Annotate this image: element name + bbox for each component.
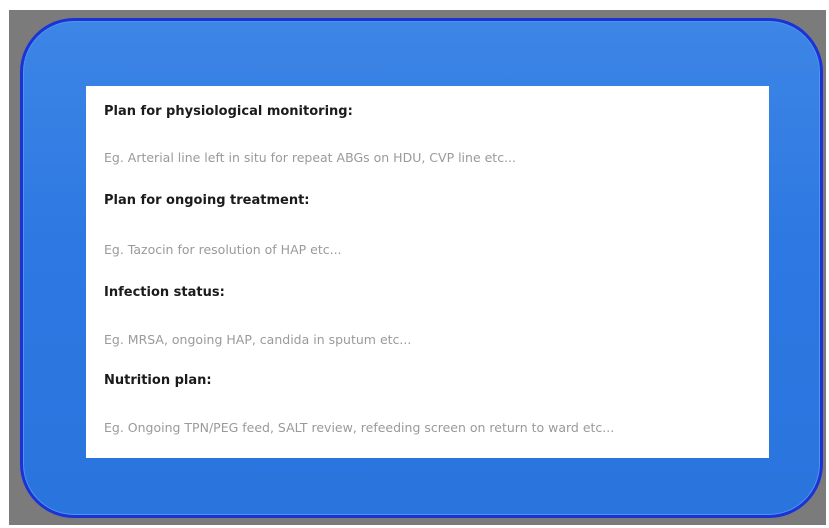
heading-physiological-monitoring: Plan for physiological monitoring: [104, 104, 353, 119]
heading-infection-status: Infection status: [104, 285, 225, 300]
heading-ongoing-treatment: Plan for ongoing treatment: [104, 193, 310, 208]
heading-nutrition-plan: Nutrition plan: [104, 373, 212, 388]
field-physiological-monitoring[interactable]: Eg. Arterial line left in situ for repea… [104, 150, 516, 165]
field-ongoing-treatment[interactable]: Eg. Tazocin for resolution of HAP etc... [104, 242, 342, 257]
form-panel: Plan for physiological monitoring: Eg. A… [86, 86, 769, 458]
field-infection-status[interactable]: Eg. MRSA, ongoing HAP, candida in sputum… [104, 332, 411, 347]
canvas: Plan for physiological monitoring: Eg. A… [0, 0, 829, 528]
field-nutrition-plan[interactable]: Eg. Ongoing TPN/PEG feed, SALT review, r… [104, 420, 614, 435]
